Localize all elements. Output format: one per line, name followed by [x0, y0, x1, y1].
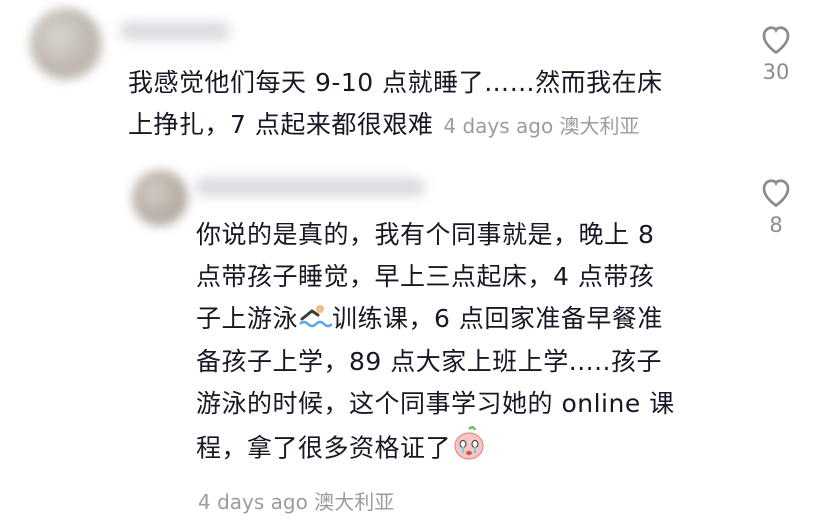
like-button[interactable]: 30 — [754, 22, 798, 84]
heart-outline-icon — [762, 26, 790, 55]
comment-line: 我感觉他们每天 9-10 点就睡了……然而我在床 — [128, 68, 663, 97]
comment-line-text: 上挣扎，7 点起来都很艰难 — [128, 110, 434, 139]
reply-meta: 4 days ago 澳大利亚 — [198, 490, 395, 514]
swimmer-emoji-icon — [298, 299, 333, 341]
user-avatar[interactable] — [132, 170, 188, 226]
reply-text: 你说的是真的，我有个同事就是，晚上 8 点带孩子睡觉，早上三点起床，4 点带孩 … — [196, 214, 726, 474]
comment-meta: 4 days ago 澳大利亚 — [443, 114, 640, 138]
like-count: 30 — [762, 60, 790, 84]
like-button[interactable]: 8 — [754, 175, 798, 237]
comment-line: 备孩子上学，89 点大家上班上学.....孩子 — [196, 347, 662, 376]
comment-line-text: 子上游泳 — [196, 304, 299, 333]
crying-face-emoji-icon — [451, 425, 487, 474]
username-blurred[interactable] — [120, 22, 230, 40]
comment-line: 你说的是真的，我有个同事就是，晚上 8 — [196, 220, 655, 249]
comment-line: 游泳的时候，这个同事学习她的 online 课 — [196, 389, 675, 418]
comment-line: 点带孩子睡觉，早上三点起床，4 点带孩 — [196, 262, 655, 291]
comment-text: 我感觉他们每天 9-10 点就睡了……然而我在床 上挣扎，7 点起来都很艰难 4 … — [128, 62, 728, 147]
username-blurred[interactable] — [195, 178, 425, 196]
comment-line: 上挣扎，7 点起来都很艰难 4 days ago 澳大利亚 — [128, 104, 728, 147]
comment-line-text: 程，拿了很多资格证了 — [196, 433, 452, 463]
comment-line-text: 训练课，6 点回家准备早餐准 — [332, 304, 663, 333]
comment-line: 程，拿了很多资格证了 — [196, 425, 726, 474]
comment-line: 子上游泳 训练课，6 点回家准备早餐准 — [196, 298, 726, 341]
user-avatar[interactable] — [30, 8, 102, 80]
like-count: 8 — [769, 213, 783, 237]
heart-outline-icon — [762, 179, 790, 208]
